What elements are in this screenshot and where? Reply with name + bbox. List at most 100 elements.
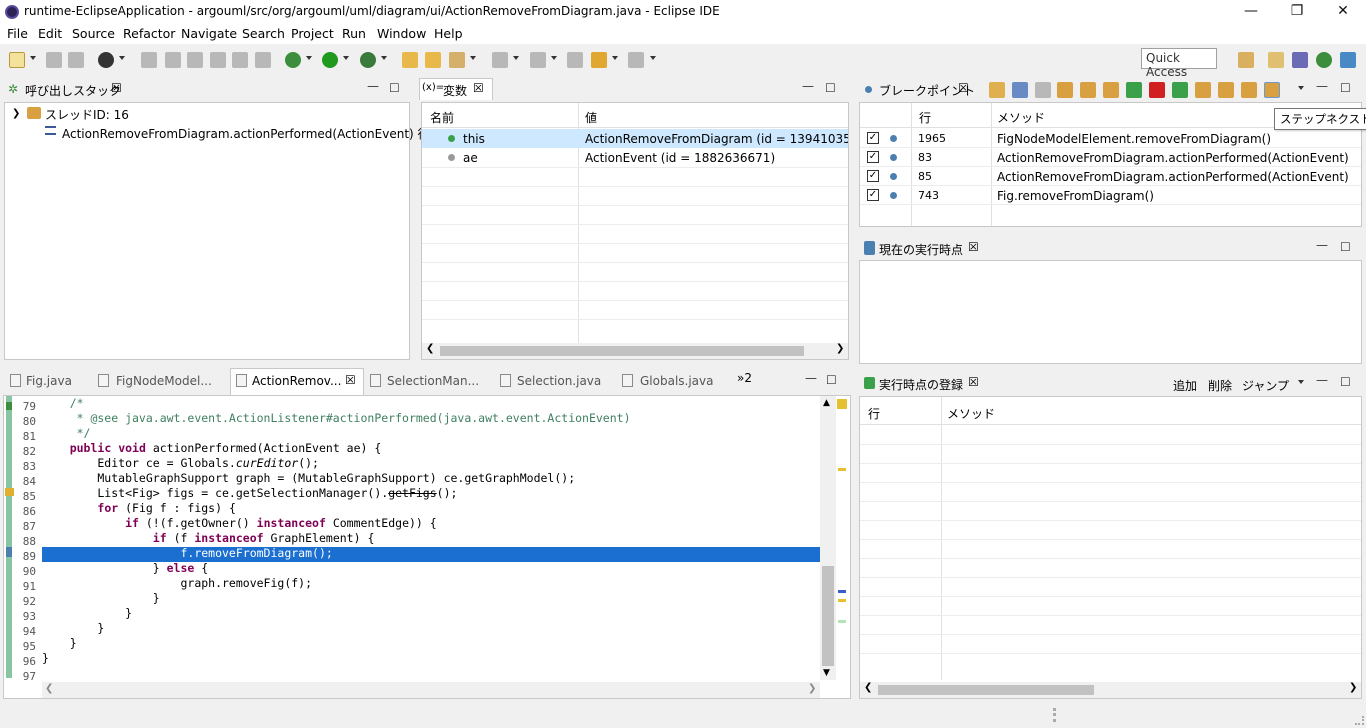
step-return-icon[interactable] [1103,82,1119,98]
chevron-down-icon[interactable] [343,56,349,60]
minimize-icon[interactable]: — [1316,238,1328,252]
open-folder-icon[interactable] [402,52,418,68]
next-annotation-icon[interactable] [492,52,508,68]
code-line[interactable]: public void actionPerformed(ActionEvent … [42,441,820,456]
clear-icon[interactable] [187,52,203,68]
menu-navigate[interactable]: Navigate [181,26,237,41]
code-line[interactable]: } [42,651,820,666]
chevron-down-icon[interactable] [612,56,618,60]
save-icon[interactable] [46,52,62,68]
add-button[interactable]: 追加 [1173,377,1197,394]
open-type-icon[interactable] [425,52,441,68]
code-text[interactable]: /* * @see java.awt.event.ActionListener#… [42,396,820,681]
breakpoint-checkbox[interactable]: ✓ [867,170,879,182]
horizontal-scrollbar[interactable]: ❮ ❯ [860,682,1361,698]
tab-current-point[interactable]: 現在の実行時点 [879,241,963,258]
scroll-left-icon[interactable]: ❮ [864,682,872,693]
menu-window[interactable]: Window [377,26,426,41]
maximize-icon[interactable]: ☐ [1340,375,1351,389]
debug-perspective-icon[interactable] [1316,52,1332,68]
column-method[interactable]: メソッド [997,109,1045,126]
chevron-down-icon[interactable] [513,56,519,60]
resume-icon[interactable] [1172,82,1188,98]
column-method[interactable]: メソッド [947,405,995,422]
code-line[interactable]: MutableGraphSupport graph = (MutableGrap… [42,471,820,486]
debug-icon[interactable] [285,52,301,68]
back-icon[interactable] [591,52,607,68]
code-line[interactable]: f.removeFromDiagram(); [42,546,820,561]
chevron-down-icon[interactable] [650,56,656,60]
horizontal-scrollbar[interactable]: ❮ ❯ [42,682,820,698]
close-icon[interactable]: ☒ [968,375,979,389]
minimize-icon[interactable]: — [805,371,817,385]
maximize-icon[interactable]: ☐ [826,373,837,387]
chevron-down-icon[interactable] [551,56,557,60]
menu-edit[interactable]: Edit [38,26,62,41]
scroll-left-icon[interactable]: ❮ [426,343,434,354]
code-line[interactable]: if (f instanceof GraphElement) { [42,531,820,546]
step-into-back-icon[interactable] [1195,82,1211,98]
editor-tab-globals[interactable]: Globals.java [640,374,714,388]
step-over-back-icon[interactable] [1218,82,1234,98]
code-line[interactable]: Editor ce = Globals.curEditor(); [42,456,820,471]
code-line[interactable]: List<Fig> figs = ce.getSelectionManager(… [42,486,820,501]
view-menu-icon[interactable] [1298,86,1304,90]
maximize-icon[interactable]: ☐ [1340,240,1351,254]
minimize-icon[interactable]: — [802,79,814,93]
horizontal-scrollbar[interactable]: ❮ ❯ [422,343,848,359]
step-out-icon[interactable] [1241,82,1257,98]
breakpoint-checkbox[interactable]: ✓ [867,151,879,163]
scroll-right-icon[interactable]: ❯ [808,683,816,694]
toggle-breakpoint-icon[interactable] [141,52,157,68]
stack-frame-label[interactable]: ActionRemoveFromDiagram.actionPerformed(… [62,125,453,142]
user-icon[interactable] [98,52,114,68]
save-all-icon[interactable] [68,52,84,68]
scroll-up-icon[interactable]: ▲ [823,398,830,408]
delete-button[interactable]: 削除 [1208,377,1232,394]
scroll-thumb[interactable] [440,346,804,356]
code-line[interactable]: } else { [42,561,820,576]
quick-access-input[interactable]: Quick Access [1141,48,1217,79]
close-icon[interactable]: ☒ [345,373,356,387]
tab-registered[interactable]: 実行時点の登録 [879,376,963,393]
scroll-down-icon[interactable]: ▼ [823,668,830,678]
menu-search[interactable]: Search [242,26,285,41]
code-line[interactable]: } [42,621,820,636]
skip-all-icon[interactable] [1035,82,1051,98]
page-icon[interactable] [232,52,248,68]
block-icon[interactable] [210,52,226,68]
tab-overflow[interactable]: »2 [737,371,752,385]
chevron-down-icon[interactable] [119,56,125,60]
minimize-icon[interactable]: — [1316,373,1328,387]
pilcrow-icon[interactable] [255,52,271,68]
scroll-thumb[interactable] [822,566,834,666]
maximize-icon[interactable]: ☐ [1340,81,1351,95]
close-icon[interactable]: ☒ [111,81,122,95]
scroll-left-icon[interactable]: ❮ [45,683,53,694]
step-over-icon[interactable] [1080,82,1096,98]
step-next-icon[interactable] [1264,82,1280,98]
variable-row[interactable]: ae ActionEvent (id = 1882636671) [422,148,848,167]
layout-perspective-icon[interactable] [1340,52,1356,68]
maximize-icon[interactable]: ☐ [825,81,836,95]
scroll-right-icon[interactable]: ❯ [1349,682,1357,693]
column-value[interactable]: 値 [585,109,597,126]
minimize-icon[interactable]: — [367,79,379,93]
minimize-button[interactable]: — [1228,0,1274,24]
thread-label[interactable]: スレッドID: 16 [45,106,129,123]
java-perspective-icon[interactable] [1268,52,1284,68]
chevron-down-icon[interactable]: ❯ [12,108,20,119]
new-icon[interactable] [9,52,25,68]
terminate-icon[interactable] [1149,82,1165,98]
forward-icon[interactable] [628,52,644,68]
menu-run[interactable]: Run [342,26,366,41]
chevron-down-icon[interactable] [30,56,36,60]
tab-variables[interactable]: 変数 [443,82,467,99]
resize-grip-icon[interactable] [1355,716,1364,725]
menu-source[interactable]: Source [72,26,115,41]
variable-row[interactable]: this ActionRemoveFromDiagram (id = 13941… [422,129,848,148]
skip-icon[interactable] [165,52,181,68]
jump-button[interactable]: ジャンプ [1242,377,1289,394]
resume-back-icon[interactable] [1126,82,1142,98]
menu-project[interactable]: Project [291,26,334,41]
